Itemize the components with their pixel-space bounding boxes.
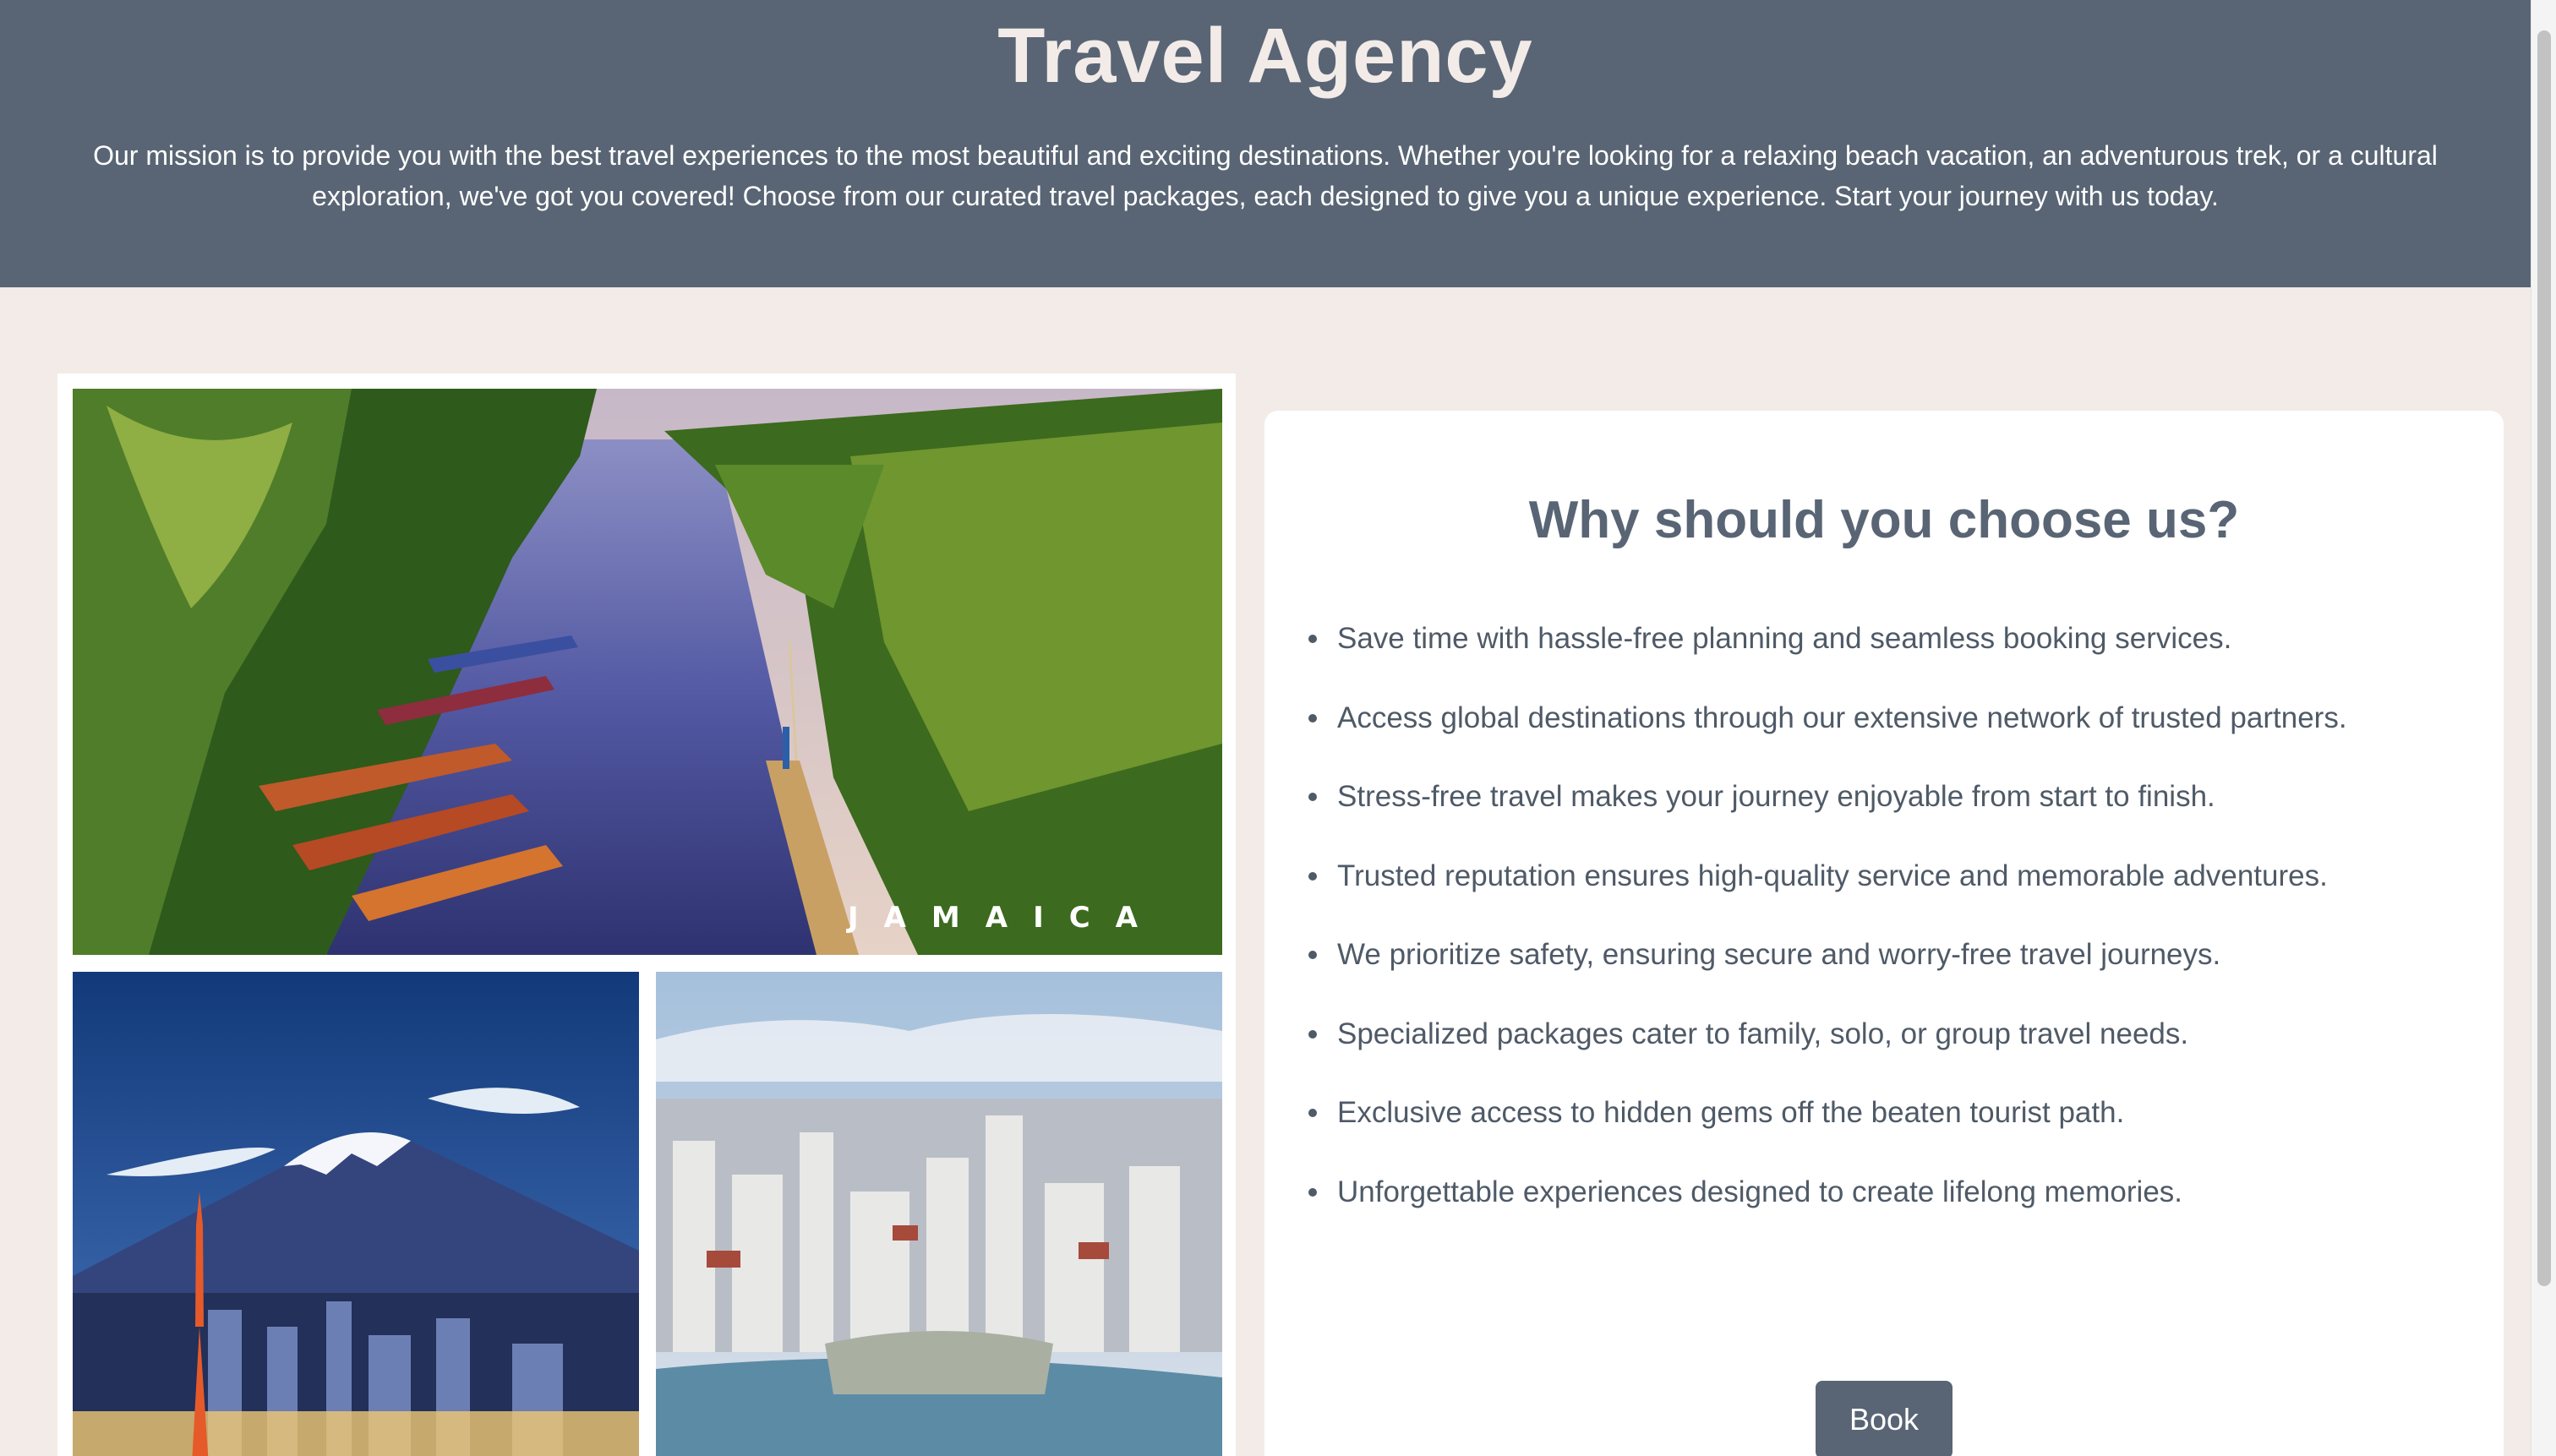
bullet-icon [1308, 1109, 1317, 1117]
why-choose-us-card: Why should you choose us? Save time with… [1264, 411, 2504, 1456]
book-button[interactable]: Book [1816, 1381, 1952, 1456]
list-item: Exclusive access to hidden gems off the … [1308, 1096, 2461, 1175]
reason-text: Specialized packages cater to family, so… [1337, 1017, 2189, 1050]
jamaica-river-photo: JAMAICA [73, 389, 1222, 955]
reason-text: Exclusive access to hidden gems off the … [1337, 1096, 2125, 1129]
page-title: Travel Agency [997, 13, 1533, 99]
reason-text: Unforgettable experiences designed to cr… [1337, 1175, 2183, 1208]
jamaica-river-image [73, 389, 1222, 955]
site-header: Travel Agency Our mission is to provide … [0, 0, 2531, 287]
list-item: Save time with hassle-free planning and … [1308, 622, 2461, 701]
scrollbar-thumb[interactable] [2537, 30, 2551, 1286]
bullet-icon [1308, 793, 1317, 801]
list-item: Specialized packages cater to family, so… [1308, 1017, 2461, 1097]
reason-text: Access global destinations through our e… [1337, 701, 2347, 734]
list-item: Access global destinations through our e… [1308, 701, 2461, 781]
page: Travel Agency Our mission is to provide … [0, 0, 2556, 1456]
bullet-icon [1308, 1187, 1317, 1197]
list-item: We prioritize safety, ensuring secure an… [1308, 938, 2461, 1017]
mission-statement: Our mission is to provide you with the b… [93, 140, 2438, 211]
why-choose-us-heading: Why should you choose us? [1528, 491, 2240, 549]
bullet-icon [1308, 635, 1317, 643]
bullet-icon [1308, 871, 1317, 881]
bullet-icon [1308, 1029, 1317, 1039]
city-lake-image [656, 972, 1222, 1456]
city-lake-photo [656, 972, 1222, 1456]
reasons-list: Save time with hassle-free planning and … [1308, 622, 2461, 1255]
bullet-icon [1308, 951, 1317, 959]
photo-collage: JAMAICA [57, 374, 1236, 1456]
tokyo-fuji-image [73, 972, 639, 1456]
list-item: Unforgettable experiences designed to cr… [1308, 1175, 2461, 1255]
vertical-scrollbar[interactable] [2531, 0, 2556, 1456]
list-item: Trusted reputation ensures high-quality … [1308, 859, 2461, 939]
reason-text: Save time with hassle-free planning and … [1337, 622, 2232, 655]
bullet-icon [1308, 713, 1317, 723]
jamaica-watermark: JAMAICA [847, 901, 1163, 935]
reason-text: Trusted reputation ensures high-quality … [1337, 859, 2328, 892]
reason-text: Stress-free travel makes your journey en… [1337, 780, 2215, 813]
list-item: Stress-free travel makes your journey en… [1308, 780, 2461, 859]
reason-text: We prioritize safety, ensuring secure an… [1337, 938, 2221, 971]
tokyo-fuji-photo [73, 972, 639, 1456]
